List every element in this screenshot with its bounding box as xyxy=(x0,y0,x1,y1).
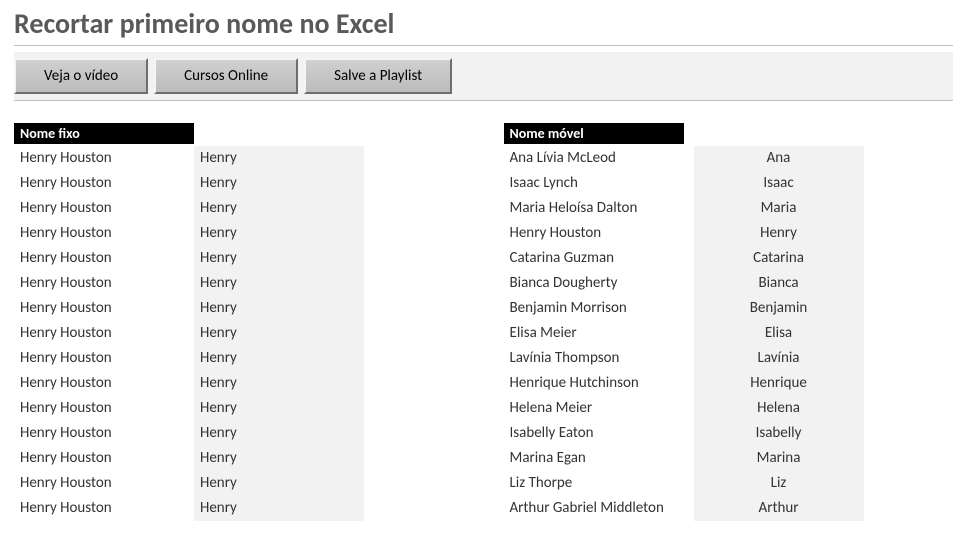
table-row-full: Elisa Meier xyxy=(504,321,694,346)
table-row-first: Henry xyxy=(194,371,364,396)
table-row-first: Arthur xyxy=(694,496,864,521)
table-row-full: Benjamin Morrison xyxy=(504,296,694,321)
video-button[interactable]: Veja o vídeo xyxy=(14,58,148,94)
table-row-full: Henry Houston xyxy=(14,221,194,246)
table-row-first: Benjamin xyxy=(694,296,864,321)
table-row-full: Henry Houston xyxy=(14,296,194,321)
column-movel: Nome móvel Ana Lívia McLeodAnaIsaac Lync… xyxy=(484,123,954,521)
table-row-first: Henry xyxy=(194,346,364,371)
table-row-full: Catarina Guzman xyxy=(504,246,694,271)
table-row-full: Marina Egan xyxy=(504,446,694,471)
table-row-first: Maria xyxy=(694,196,864,221)
table-row-first: Helena xyxy=(694,396,864,421)
toolbar: Veja o vídeo Cursos Online Salve a Playl… xyxy=(14,52,953,100)
table-movel: Ana Lívia McLeodAnaIsaac LynchIsaacMaria… xyxy=(504,146,954,521)
table-row-full: Henrique Hutchinson xyxy=(504,371,694,396)
table-row-full: Henry Houston xyxy=(14,496,194,521)
table-row-first: Henry xyxy=(194,271,364,296)
table-row-full: Maria Heloísa Dalton xyxy=(504,196,694,221)
table-row-first: Henry xyxy=(194,146,364,171)
table-row-full: Henry Houston xyxy=(14,446,194,471)
table-row-full: Henry Houston xyxy=(14,346,194,371)
table-row-full: Arthur Gabriel Middleton xyxy=(504,496,694,521)
table-row-first: Henry xyxy=(194,246,364,271)
table-row-first: Henry xyxy=(194,171,364,196)
table-row-first: Henry xyxy=(194,496,364,521)
table-row-full: Henry Houston xyxy=(14,196,194,221)
table-row-full: Henry Houston xyxy=(504,221,694,246)
table-row-first: Lavínia xyxy=(694,346,864,371)
table-row-first: Henry xyxy=(194,196,364,221)
table-row-first: Bianca xyxy=(694,271,864,296)
table-row-full: Isaac Lynch xyxy=(504,171,694,196)
table-row-full: Bianca Dougherty xyxy=(504,271,694,296)
divider-top xyxy=(14,45,953,46)
page-title: Recortar primeiro nome no Excel xyxy=(14,0,953,45)
columns: Nome fixo Henry HoustonHenryHenry Housto… xyxy=(14,123,953,521)
table-row-first: Henry xyxy=(194,221,364,246)
table-row-first: Henry xyxy=(694,221,864,246)
header-movel: Nome móvel xyxy=(504,123,684,144)
table-row-full: Liz Thorpe xyxy=(504,471,694,496)
cursos-button[interactable]: Cursos Online xyxy=(154,58,298,94)
table-row-first: Henry xyxy=(194,471,364,496)
table-row-first: Henry xyxy=(194,396,364,421)
table-row-first: Henry xyxy=(194,296,364,321)
table-row-full: Henry Houston xyxy=(14,271,194,296)
table-row-full: Henry Houston xyxy=(14,171,194,196)
table-fixed: Henry HoustonHenryHenry HoustonHenryHenr… xyxy=(14,146,484,521)
table-row-full: Ana Lívia McLeod xyxy=(504,146,694,171)
table-row-first: Henry xyxy=(194,446,364,471)
table-row-first: Henry xyxy=(194,421,364,446)
table-row-full: Henry Houston xyxy=(14,471,194,496)
table-row-first: Marina xyxy=(694,446,864,471)
table-row-full: Henry Houston xyxy=(14,146,194,171)
table-row-first: Henrique xyxy=(694,371,864,396)
table-row-first: Henry xyxy=(194,321,364,346)
table-row-full: Lavínia Thompson xyxy=(504,346,694,371)
column-fixed: Nome fixo Henry HoustonHenryHenry Housto… xyxy=(14,123,484,521)
table-row-full: Isabelly Eaton xyxy=(504,421,694,446)
table-row-first: Isaac xyxy=(694,171,864,196)
table-row-first: Liz xyxy=(694,471,864,496)
table-row-full: Helena Meier xyxy=(504,396,694,421)
table-row-full: Henry Houston xyxy=(14,371,194,396)
table-row-full: Henry Houston xyxy=(14,396,194,421)
playlist-button[interactable]: Salve a Playlist xyxy=(304,58,452,94)
table-row-first: Ana xyxy=(694,146,864,171)
header-fixed: Nome fixo xyxy=(14,123,194,144)
table-row-full: Henry Houston xyxy=(14,421,194,446)
table-row-first: Isabelly xyxy=(694,421,864,446)
table-row-full: Henry Houston xyxy=(14,321,194,346)
table-row-full: Henry Houston xyxy=(14,246,194,271)
table-row-first: Catarina xyxy=(694,246,864,271)
table-row-first: Elisa xyxy=(694,321,864,346)
